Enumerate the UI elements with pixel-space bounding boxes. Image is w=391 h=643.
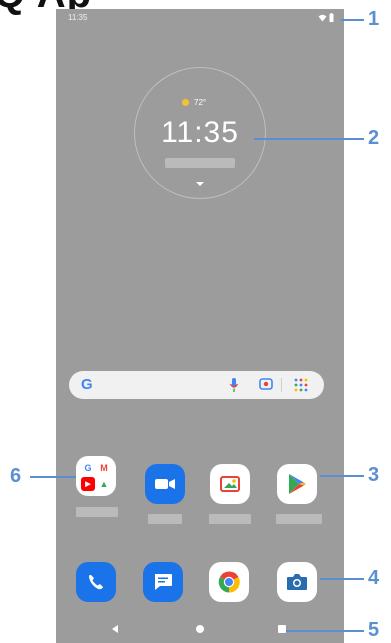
chrome-icon[interactable] [209, 562, 249, 602]
app-grid-icon[interactable] [294, 378, 308, 392]
folder-grid: G M ▶ ▲ [81, 461, 111, 491]
photos-icon[interactable] [210, 464, 250, 504]
callout-number-1: 1 [368, 8, 380, 30]
app-label-placeholder [148, 514, 182, 524]
callout-number-5: 5 [368, 619, 380, 641]
wifi-icon [318, 14, 327, 21]
folder-item-gmail: M [97, 461, 111, 475]
weather: 72° [181, 98, 206, 107]
callout-number-6: 6 [10, 465, 22, 487]
folder-item-youtube: ▶ [81, 477, 95, 491]
back-button[interactable] [112, 625, 118, 633]
mic-icon[interactable] [229, 377, 239, 393]
app-label-placeholder [76, 507, 118, 517]
folder-item-google: G [81, 461, 95, 475]
callout-line-1 [341, 19, 364, 21]
search-bar[interactable]: G [69, 371, 324, 399]
search-divider [281, 378, 282, 392]
folder-item-drive: ▲ [97, 477, 111, 491]
callout-number-2: 2 [368, 127, 380, 149]
status-icons [318, 13, 334, 22]
phone-screen: 11:35 72° 11:35 G G M ▶ ▲ [56, 9, 344, 643]
clock-time: 11:35 [161, 116, 239, 149]
date-placeholder [165, 158, 235, 168]
video-camera-icon[interactable] [145, 464, 185, 504]
play-store-icon[interactable] [277, 464, 317, 504]
callout-line-6 [30, 476, 76, 478]
lens-icon[interactable] [259, 377, 273, 391]
navigation-bar [56, 615, 344, 643]
messages-icon[interactable] [143, 562, 183, 602]
google-folder-icon[interactable]: G M ▶ ▲ [76, 456, 116, 496]
battery-icon [329, 13, 334, 22]
sun-icon [181, 98, 190, 107]
camera-icon[interactable] [277, 562, 317, 602]
app-label-placeholder [209, 514, 251, 524]
clock-widget[interactable]: 72° 11:35 [134, 67, 266, 199]
callout-line-3 [320, 475, 364, 477]
callout-number-4: 4 [368, 567, 380, 589]
phone-icon[interactable] [76, 562, 116, 602]
app-label-placeholder [276, 514, 322, 524]
chevron-down-icon[interactable] [195, 181, 205, 187]
status-time: 11:35 [68, 13, 88, 22]
status-bar: 11:35 [56, 9, 344, 29]
weather-temperature: 72° [194, 98, 207, 107]
recents-button[interactable] [278, 625, 286, 633]
callout-number-3: 3 [368, 464, 380, 486]
callout-line-2 [254, 138, 364, 140]
home-button[interactable] [196, 625, 204, 633]
google-g-icon: G [81, 376, 93, 393]
callout-line-4 [320, 578, 364, 580]
callout-line-5 [286, 630, 364, 632]
